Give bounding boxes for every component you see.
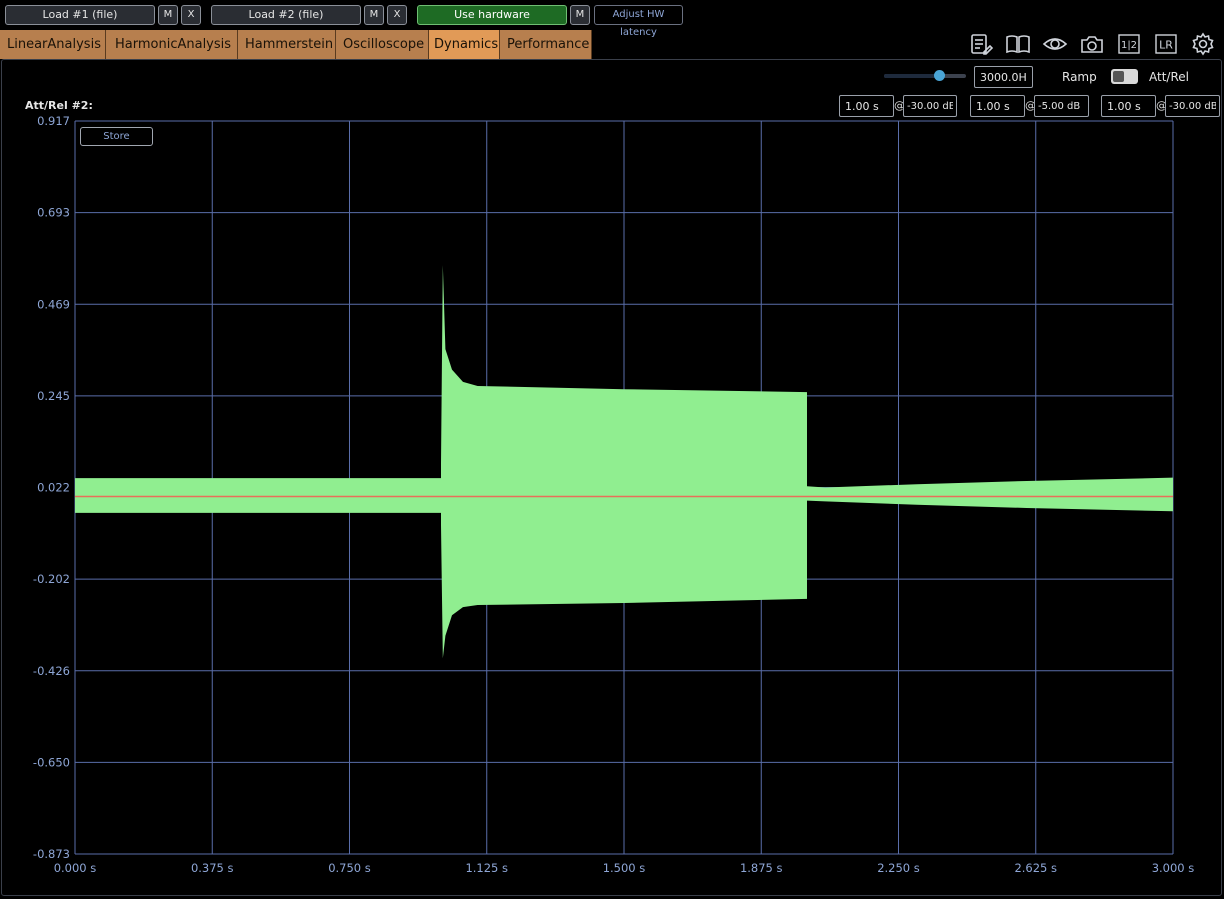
y-tick-label: -0.650: [33, 755, 70, 769]
waveform-chart: 0.917 0.693 0.469 0.245 0.022 -0.202 -0.426 -0.…: [33, 114, 1195, 875]
y-tick-label: -0.202: [33, 572, 70, 586]
y-tick-label: 0.469: [37, 297, 70, 311]
x-tick-label: 0.000 s: [54, 861, 97, 875]
x-tick-label: 1.125 s: [465, 861, 508, 875]
y-tick-label: 0.693: [37, 206, 70, 220]
x-tick-label: 1.500 s: [603, 861, 646, 875]
store-button[interactable]: Store: [80, 127, 153, 146]
y-tick-label: 0.022: [37, 481, 70, 495]
x-tick-label: 0.375 s: [191, 861, 234, 875]
x-tick-label: 0.750 s: [328, 861, 371, 875]
y-tick-label: -0.873: [33, 847, 70, 861]
x-tick-label: 3.000 s: [1152, 861, 1195, 875]
x-tick-label: 1.875 s: [740, 861, 783, 875]
y-tick-label: 0.917: [37, 114, 70, 128]
y-tick-label: 0.245: [37, 389, 70, 403]
x-tick-label: 2.250 s: [877, 861, 920, 875]
x-tick-label: 2.625 s: [1014, 861, 1057, 875]
y-tick-label: -0.426: [33, 664, 70, 678]
